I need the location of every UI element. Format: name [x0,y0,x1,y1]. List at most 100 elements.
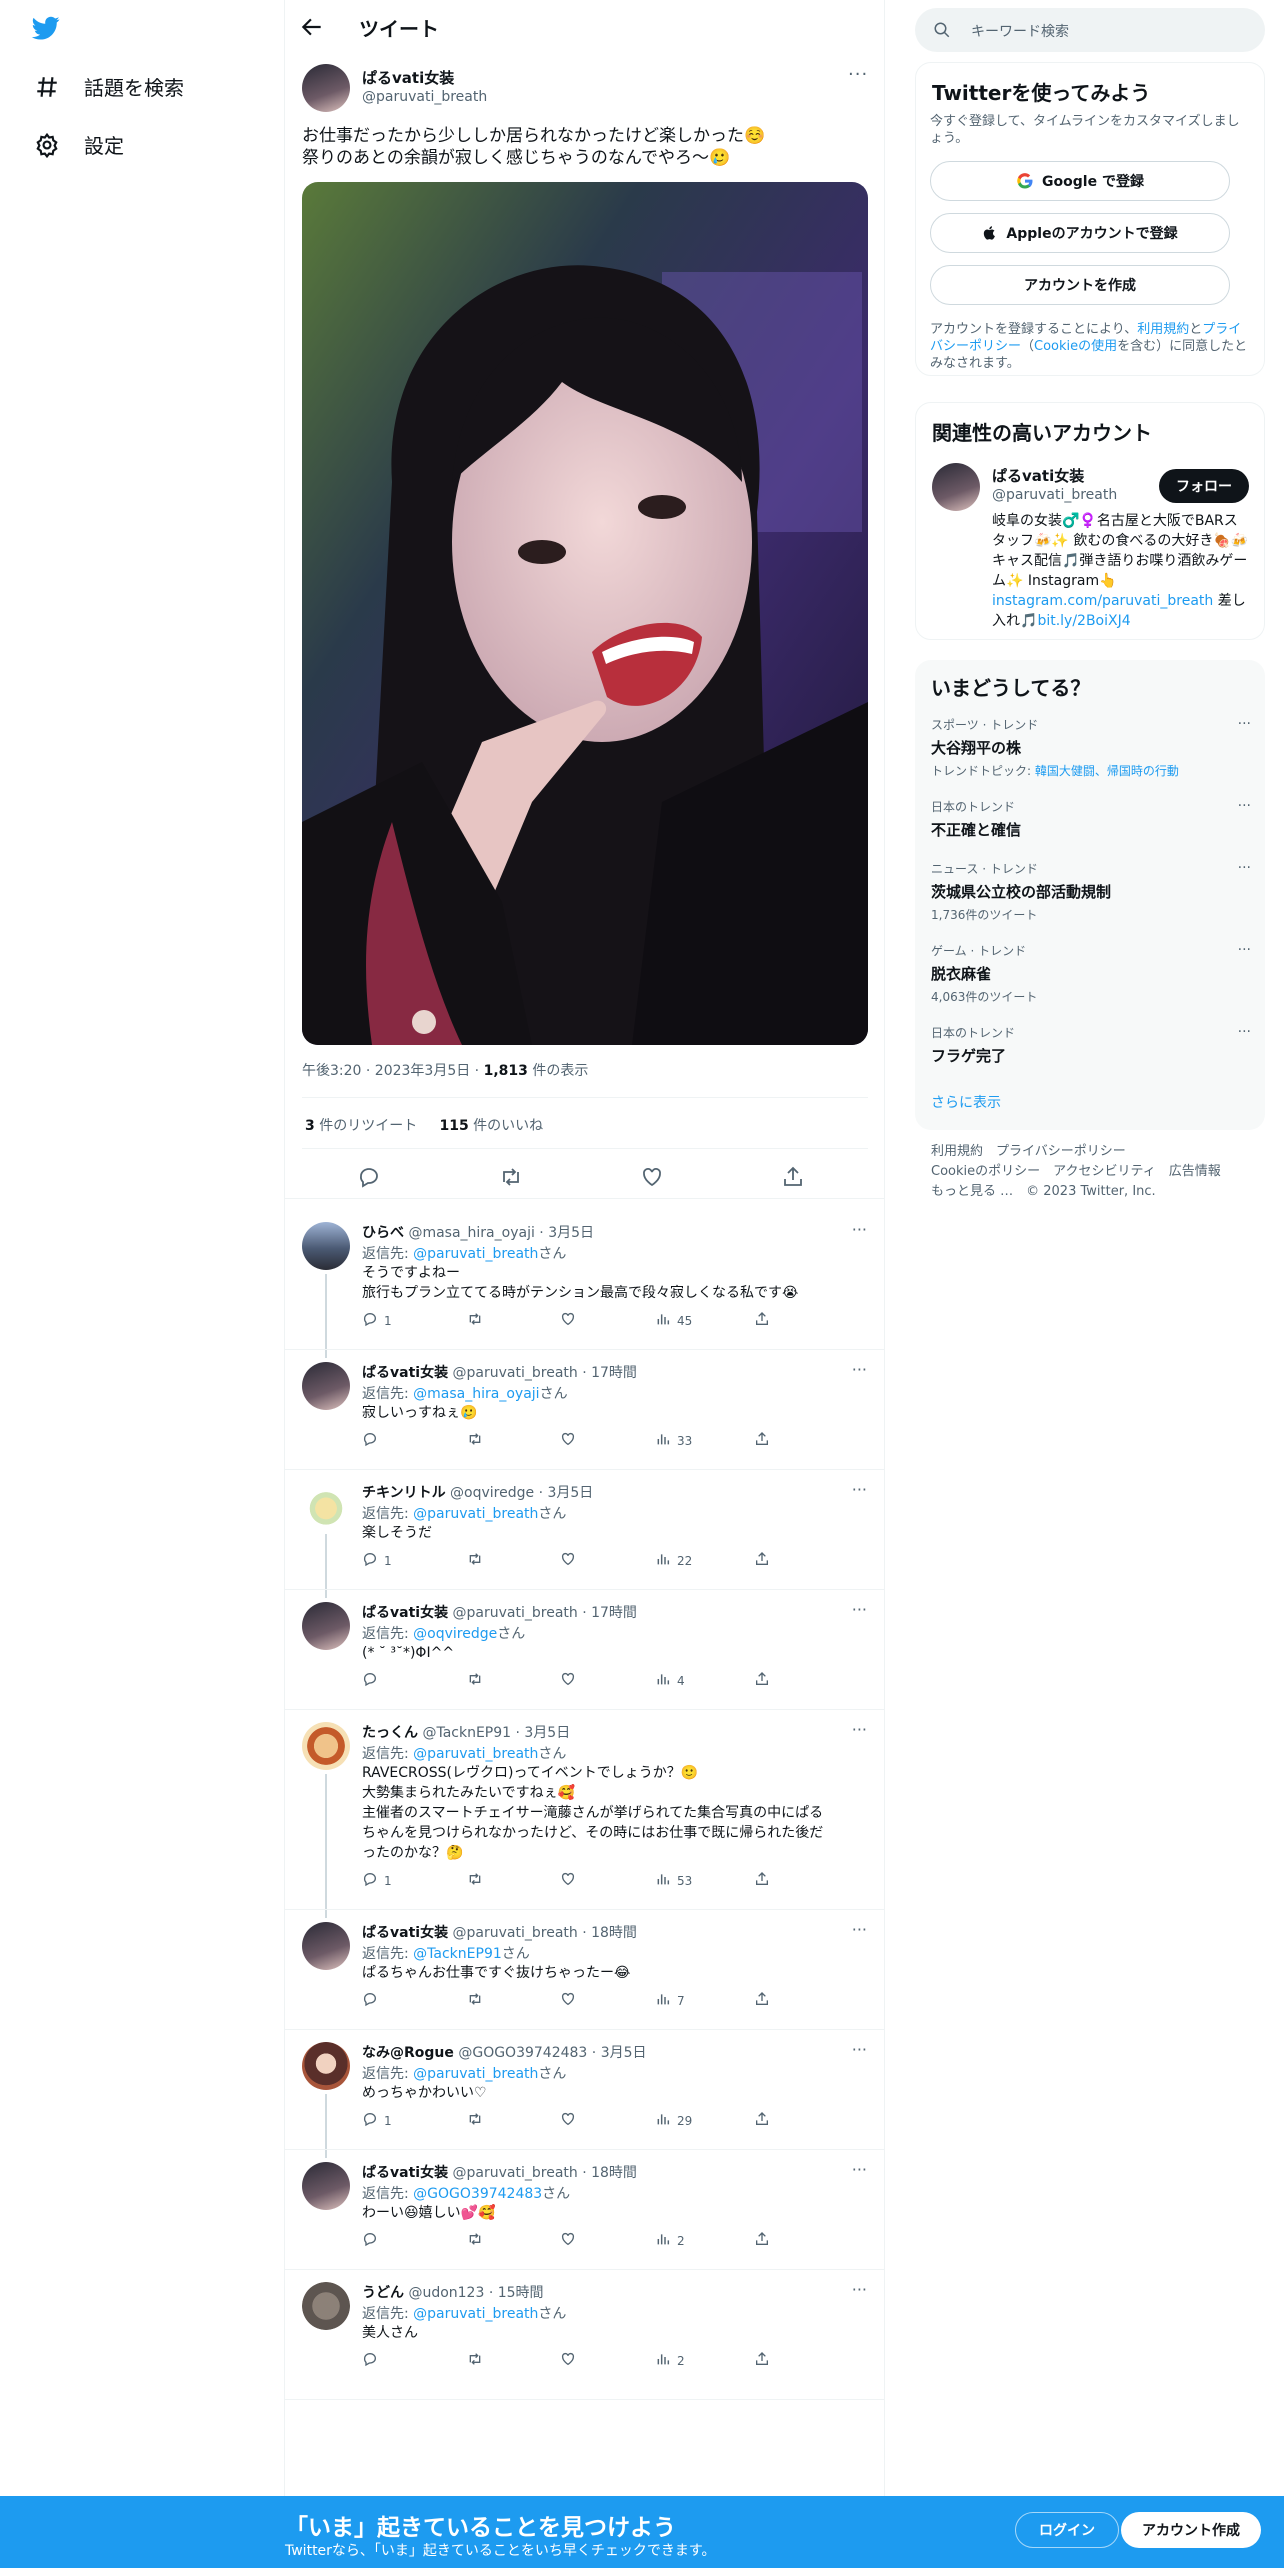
reply-avatar[interactable] [302,2042,350,2090]
views-button[interactable]: 7 [655,1991,685,2010]
reply-button[interactable] [362,1431,384,1450]
footer-line[interactable]: もっと見る … © 2023 Twitter, Inc. [931,1182,1251,1202]
views-button[interactable]: 2 [655,2231,685,2250]
reply-avatar[interactable] [302,1222,350,1270]
retweet-button[interactable] [467,1311,489,1330]
more-options-icon[interactable]: ··· [852,2040,867,2059]
views-button[interactable]: 45 [655,1311,692,1330]
reply-author-handle[interactable]: @paruvati_breath [453,2165,578,2181]
reply-tweet[interactable]: なみ@Rogue @GOGO39742483 · 3月5日 ··· 返信先: @… [285,2030,885,2158]
footer-line[interactable]: Cookieのポリシー アクセシビリティ 広告情報 [931,1162,1251,1182]
google-signup-button[interactable]: Google で登録 [930,161,1230,201]
reply-author-name[interactable]: ぱるvati女装 [362,1605,448,1621]
share-button[interactable] [754,1871,770,1890]
reply-to-link[interactable]: @GOGO39742483 [413,2186,542,2202]
reply-to-link[interactable]: @paruvati_breath [413,1506,538,1522]
reply-tweet[interactable]: ぱるvati女装 @paruvati_breath · 18時間 ··· 返信先… [285,2150,885,2270]
reply-avatar[interactable] [302,1482,350,1530]
apple-signup-button[interactable]: Appleのアカウントで登録 [930,213,1230,253]
tweet-timestamp[interactable]: 午後3:20 · 2023年3月5日 · [302,1063,484,1079]
reply-author-name[interactable]: ひらべ [362,1225,404,1241]
heart-icon[interactable] [640,1165,664,1189]
reply-time[interactable]: · 3月5日 [534,1485,594,1501]
author-handle[interactable]: @paruvati_breath [362,89,487,105]
create-account-button[interactable]: アカウントを作成 [930,265,1230,305]
retweet-button[interactable] [467,1871,489,1890]
like-button[interactable] [560,1991,582,2010]
login-button[interactable]: ログイン [1015,2512,1119,2548]
reply-tweet[interactable]: ぱるvati女装 @paruvati_breath · 18時間 ··· 返信先… [285,1910,885,2030]
more-options-icon[interactable]: ··· [852,1720,867,1739]
search-box[interactable]: キーワード検索 [915,8,1265,52]
reply-to-link[interactable]: @masa_hira_oyaji [413,1386,539,1402]
reply-button[interactable]: 1 [362,2111,392,2130]
reply-author-handle[interactable]: @paruvati_breath [453,1925,578,1941]
views-button[interactable]: 2 [655,2351,685,2370]
like-count-link[interactable]: 115 件のいいね [439,1118,543,1134]
share-button[interactable] [754,1311,770,1330]
reply-button[interactable] [362,1671,384,1690]
bio-bitly-link[interactable]: bit.ly/2BoiXJ4 [1037,613,1130,629]
reply-time[interactable]: · 3月5日 [535,1225,594,1241]
more-options-icon[interactable]: ··· [852,2280,867,2299]
trend-item[interactable]: ゲーム · トレンド 脱衣麻雀 4,063件のツイート ··· [931,942,1251,1005]
reply-button[interactable]: 1 [362,1551,392,1570]
share-button[interactable] [754,2231,770,2250]
reply-author-name[interactable]: ぱるvati女装 [362,2165,448,2181]
signup-button[interactable]: アカウント作成 [1121,2512,1261,2548]
back-arrow-icon[interactable] [299,14,325,40]
reply-time[interactable]: · 18時間 [578,1925,637,1941]
reply-time[interactable]: · 3月5日 [511,1725,570,1741]
share-button[interactable] [754,1431,770,1450]
more-options-icon[interactable]: ··· [852,2160,867,2179]
related-avatar[interactable] [932,463,980,511]
reply-to-link[interactable]: @paruvati_breath [413,2066,538,2082]
bio-instagram-link[interactable]: instagram.com/paruvati_breath [992,593,1213,609]
more-options-icon[interactable]: ··· [1238,716,1251,732]
share-icon[interactable] [781,1165,805,1189]
reply-author-handle[interactable]: @paruvati_breath [453,1605,578,1621]
cookie-link[interactable]: Cookieの使用 [1034,339,1117,354]
share-button[interactable] [754,1551,770,1570]
like-button[interactable] [560,2111,582,2130]
more-options-icon[interactable]: ··· [852,1480,867,1499]
reply-avatar[interactable] [302,1722,350,1770]
twitter-logo-icon[interactable] [30,14,62,42]
views-button[interactable]: 53 [655,1871,692,1890]
reply-author-name[interactable]: ぱるvati女装 [362,1925,448,1941]
reply-avatar[interactable] [302,2162,350,2210]
like-button[interactable] [560,2351,582,2370]
more-options-icon[interactable]: ··· [852,1360,867,1379]
terms-link[interactable]: 利用規約 [1137,322,1189,337]
reply-tweet[interactable]: ひらべ @masa_hira_oyaji · 3月5日 ··· 返信先: @pa… [285,1210,885,1358]
like-button[interactable] [560,2231,582,2250]
reply-tweet[interactable]: ぱるvati女装 @paruvati_breath · 17時間 ··· 返信先… [285,1350,885,1470]
retweet-button[interactable] [467,2231,489,2250]
reply-author-handle[interactable]: @udon123 [408,2285,484,2301]
reply-tweet[interactable]: たっくん @TacknEP91 · 3月5日 ··· 返信先: @paruvat… [285,1710,885,1918]
like-button[interactable] [560,1311,582,1330]
retweet-button[interactable] [467,1431,489,1450]
trend-item[interactable]: 日本のトレンド フラゲ完了 ··· [931,1024,1251,1066]
views-button[interactable]: 33 [655,1431,692,1450]
reply-avatar[interactable] [302,1922,350,1970]
retweet-button[interactable] [467,1671,489,1690]
author-avatar[interactable] [302,64,350,112]
reply-avatar[interactable] [302,1602,350,1650]
trend-item[interactable]: ニュース · トレンド 茨城県公立校の部活動規制 1,736件のツイート ··· [931,860,1251,923]
reply-avatar[interactable] [302,1362,350,1410]
trend-item[interactable]: 日本のトレンド 不正確と確信 ··· [931,798,1251,840]
more-options-icon[interactable]: ··· [1238,1024,1251,1040]
reply-to-link[interactable]: @paruvati_breath [413,1746,538,1762]
reply-to-link[interactable]: @oqviredge [413,1626,497,1642]
more-options-icon[interactable]: ··· [1238,798,1251,814]
reply-author-handle[interactable]: @TacknEP91 [422,1725,511,1741]
retweet-button[interactable] [467,1551,489,1570]
reply-author-handle[interactable]: @oqviredge [450,1485,534,1501]
reply-author-name[interactable]: うどん [362,2285,404,2301]
nav-settings[interactable]: 設定 [34,130,124,159]
retweet-button[interactable] [467,2111,489,2130]
share-button[interactable] [754,2111,770,2130]
show-more-link[interactable]: さらに表示 [931,1092,1001,1112]
like-button[interactable] [560,1871,582,1890]
